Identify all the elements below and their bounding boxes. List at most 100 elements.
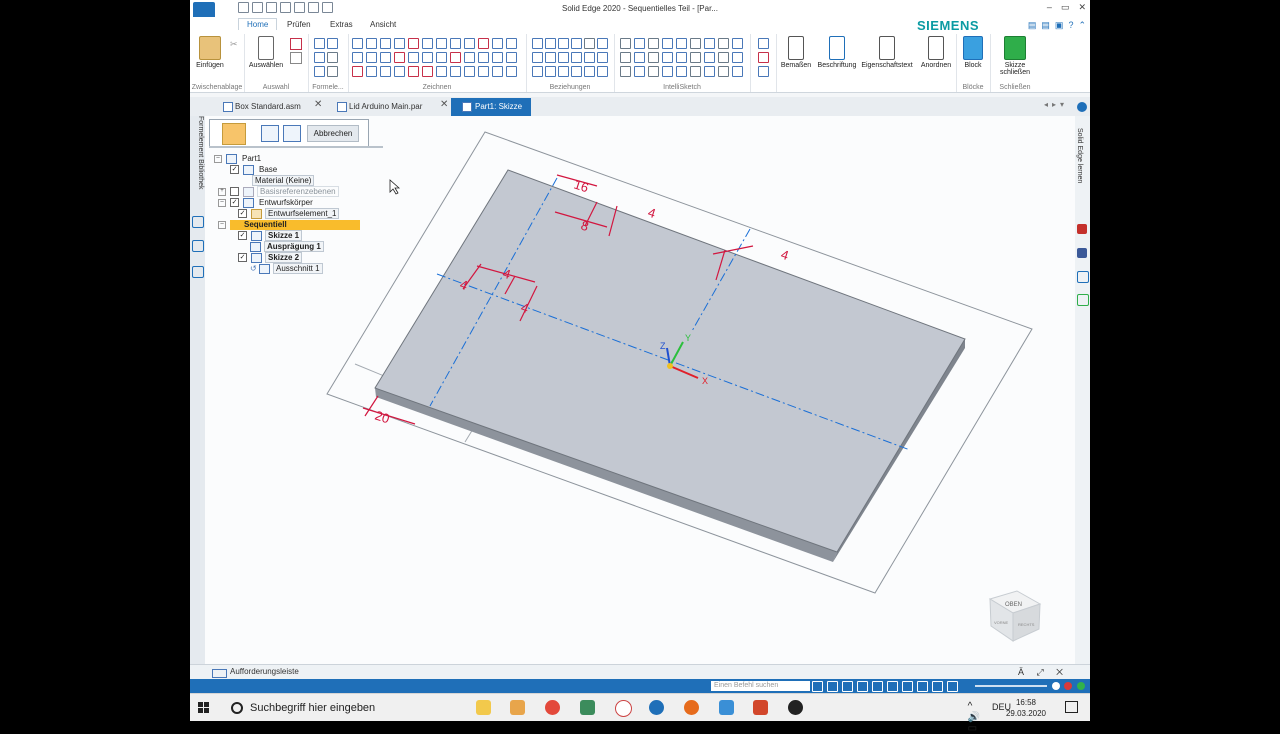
obs-icon[interactable]: [788, 700, 803, 715]
view-cube-front[interactable]: VORNE: [994, 620, 1009, 625]
layers-icon[interactable]: [192, 266, 204, 278]
mirror-icon[interactable]: [436, 38, 447, 49]
move-icon[interactable]: [394, 52, 405, 63]
tree-item-auspraegung1[interactable]: Ausprägung 1: [250, 241, 324, 252]
bulb-icon[interactable]: [758, 38, 769, 49]
equal-icon[interactable]: [545, 52, 556, 63]
tab-extras[interactable]: Extras: [330, 20, 353, 29]
github-icon[interactable]: [649, 700, 664, 715]
is-12-icon[interactable]: [662, 66, 673, 77]
tree-item-ausschnitt1[interactable]: ↺ Ausschnitt 1: [250, 263, 323, 274]
extend-icon[interactable]: [408, 52, 419, 63]
app-icon[interactable]: [1077, 294, 1089, 306]
tree-item-part1[interactable]: – Part1: [214, 153, 263, 164]
select-box-icon[interactable]: [290, 38, 302, 50]
ellipse-icon[interactable]: [366, 66, 377, 77]
fix-icon[interactable]: [558, 66, 569, 77]
arc-icon[interactable]: [366, 38, 377, 49]
is-2-icon[interactable]: [662, 38, 673, 49]
status-green-icon[interactable]: [1077, 682, 1085, 690]
include-icon[interactable]: [436, 52, 447, 63]
is-3-icon[interactable]: [676, 38, 687, 49]
project-icon[interactable]: [492, 38, 503, 49]
prompt-bar-label[interactable]: Aufforderungsleiste: [230, 667, 299, 676]
is-check12-icon[interactable]: [718, 66, 729, 77]
parallel-icon[interactable]: [584, 52, 595, 63]
tree-item-entwurfskoerper[interactable]: – ✓ Entwurfskörper: [218, 197, 315, 208]
block-button[interactable]: Block: [953, 36, 993, 69]
symmetry-axis-icon[interactable]: [571, 66, 582, 77]
polygon-icon[interactable]: [380, 66, 391, 77]
learn-solid-edge-label[interactable]: Solid Edge lernen: [1076, 128, 1083, 183]
horizontal-icon[interactable]: [558, 52, 569, 63]
cancel-button[interactable]: Abbrechen: [307, 125, 359, 142]
sketch-view-icon[interactable]: [758, 66, 769, 77]
minimize-button[interactable]: –: [1047, 2, 1052, 13]
is-check4-icon[interactable]: [718, 38, 729, 49]
tab-pruefen[interactable]: Prüfen: [287, 20, 311, 29]
is-check10-icon[interactable]: [648, 66, 659, 77]
blank2-feature-icon[interactable]: [327, 66, 338, 77]
command-bar-grip[interactable]: [209, 146, 383, 148]
is-check11-icon[interactable]: [690, 66, 701, 77]
help-circle-icon[interactable]: [1077, 102, 1087, 112]
array-icon[interactable]: [478, 66, 489, 77]
is-check1-icon[interactable]: [620, 38, 631, 49]
dimension-16[interactable]: 16: [572, 177, 590, 196]
checkbox-checked[interactable]: ✓: [238, 209, 247, 219]
clock[interactable]: 16:58 29.03.2020: [1006, 697, 1046, 719]
ref-icon[interactable]: [506, 66, 517, 77]
is-5-icon[interactable]: [732, 38, 743, 49]
app-green-icon[interactable]: [580, 700, 595, 715]
edit-profile-icon[interactable]: [283, 125, 301, 142]
relation-colors-icon[interactable]: [758, 52, 769, 63]
zoom-icon[interactable]: [857, 681, 868, 692]
relations-active-icon[interactable]: [597, 38, 608, 49]
file-explorer-icon[interactable]: [476, 700, 491, 715]
facebook-icon[interactable]: [1077, 248, 1087, 258]
doc-tab-part1-skizze[interactable]: Part1: Skizze: [451, 98, 532, 116]
checkbox-checked[interactable]: ✓: [238, 231, 247, 241]
collapse-icon[interactable]: –: [214, 154, 222, 163]
is-check8-icon[interactable]: [718, 52, 729, 63]
pathfinder-icon[interactable]: [192, 240, 204, 252]
dimension-4-top[interactable]: 4: [646, 205, 658, 222]
view-cube[interactable]: OBEN VORNE RECHTS: [988, 590, 1042, 642]
is-check7-icon[interactable]: [690, 52, 701, 63]
view-cube-side[interactable]: RECHTS: [1018, 622, 1035, 627]
shading-icon[interactable]: [917, 681, 928, 692]
prompt-bar-controls[interactable]: Ä ⤢ ✕: [1018, 667, 1068, 678]
collapse-icon[interactable]: –: [218, 220, 226, 229]
restore-button[interactable]: ▭: [1061, 2, 1070, 13]
hex-feature-icon[interactable]: [314, 52, 325, 63]
is-1-icon[interactable]: [634, 38, 645, 49]
pattern-feature-icon[interactable]: [314, 66, 325, 77]
is-check9-icon[interactable]: [620, 66, 631, 77]
select-filter-icon[interactable]: [290, 52, 302, 64]
xy-icon[interactable]: [436, 66, 447, 77]
close-tab-icon[interactable]: ✕: [440, 99, 448, 110]
checkbox-checked[interactable]: ✓: [238, 253, 247, 263]
align-icon[interactable]: [464, 66, 475, 77]
text-icon[interactable]: [394, 66, 405, 77]
minimize-ribbon-icon[interactable]: ⌃: [1078, 20, 1086, 31]
collinear-icon[interactable]: [584, 38, 595, 49]
expand-icon[interactable]: +: [218, 187, 226, 196]
tree-item-entwurfselement[interactable]: ✓ Entwurfselement_1: [238, 208, 340, 219]
close-window-button[interactable]: ✕: [1078, 2, 1086, 13]
is-13-icon[interactable]: [676, 66, 687, 77]
curve-icon[interactable]: [394, 38, 405, 49]
is-10-icon[interactable]: [732, 52, 743, 63]
checkbox-checked[interactable]: ✓: [230, 165, 239, 175]
dimension-4-right[interactable]: 4: [779, 247, 791, 264]
vertical-icon[interactable]: [571, 52, 582, 63]
einfuegen-button[interactable]: Einfügen: [190, 36, 230, 69]
is-9-icon[interactable]: [704, 52, 715, 63]
settings-icon[interactable]: ▣: [1055, 20, 1064, 31]
relation-handle-icon[interactable]: [584, 66, 595, 77]
rectangle-icon[interactable]: [352, 52, 363, 63]
rotate-view-icon[interactable]: [887, 681, 898, 692]
is-7-icon[interactable]: [662, 52, 673, 63]
checkbox-unchecked[interactable]: [230, 187, 239, 197]
is-check3-icon[interactable]: [690, 38, 701, 49]
